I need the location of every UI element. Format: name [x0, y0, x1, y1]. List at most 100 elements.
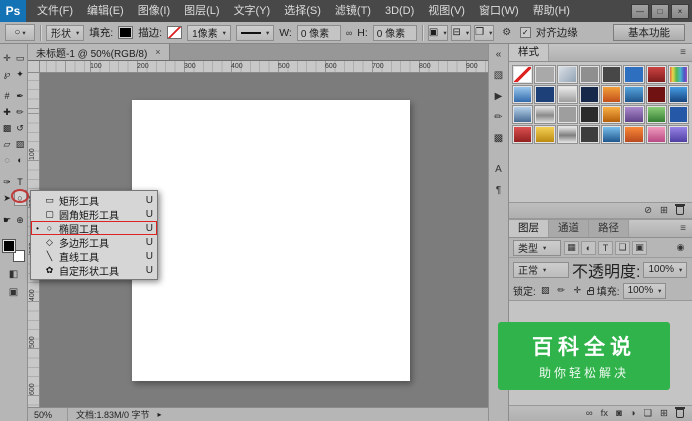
hand-tool[interactable]: ☛ — [1, 212, 14, 228]
clear-style-icon[interactable]: ⊘ — [644, 205, 652, 216]
marquee-tool[interactable]: ▭ — [14, 50, 27, 66]
style-swatch[interactable] — [579, 65, 600, 84]
path-alignment-icon[interactable]: ⊟ — [451, 25, 471, 41]
pen-tool[interactable]: ✑ — [1, 174, 14, 190]
menu-item[interactable]: 滤镜(T) — [328, 0, 378, 22]
tab-styles[interactable]: 样式 — [509, 44, 549, 61]
filter-type-icon[interactable]: T — [598, 241, 613, 255]
style-swatch[interactable] — [623, 105, 644, 124]
layer-mask-icon[interactable]: ◙ — [616, 408, 622, 419]
filter-image-icon[interactable]: ▦ — [564, 241, 579, 255]
collapse-panels-icon[interactable]: « — [491, 47, 507, 61]
custom-shape-tool-item[interactable]: ✿ 自定形状工具 U — [31, 263, 157, 277]
menu-item[interactable]: 图层(L) — [177, 0, 226, 22]
lock-transparency-icon[interactable]: ▨ — [539, 284, 552, 297]
style-swatch[interactable] — [557, 105, 578, 124]
document-canvas[interactable] — [132, 100, 410, 381]
menu-item[interactable]: 窗口(W) — [472, 0, 526, 22]
style-swatch[interactable] — [534, 105, 555, 124]
zoom-level-field[interactable]: 50% — [30, 408, 68, 421]
zoom-tool[interactable]: ⊕ — [14, 212, 27, 228]
quick-mask-button[interactable]: ◧ — [9, 269, 18, 280]
menu-item[interactable]: 帮助(H) — [526, 0, 577, 22]
adjustment-layer-icon[interactable]: ◑ — [630, 408, 636, 419]
screen-mode-button[interactable]: ▣ — [9, 287, 18, 298]
actions-panel-icon[interactable]: ▶ — [491, 89, 507, 103]
style-swatch[interactable] — [534, 125, 555, 144]
line-tool-item[interactable]: ╲ 直线工具 U — [31, 249, 157, 263]
link-layers-icon[interactable]: ∞ — [586, 408, 593, 419]
lock-pixels-icon[interactable]: ✏ — [555, 284, 568, 297]
fill-color-swatch[interactable] — [118, 26, 133, 39]
dodge-tool[interactable]: ◐ — [14, 152, 27, 168]
align-edges-checkbox[interactable]: ✓ — [520, 27, 531, 38]
layer-effects-icon[interactable]: fx — [601, 408, 608, 419]
document-tab[interactable]: 未标题-1 @ 50%(RGB/8) × — [28, 44, 170, 60]
style-swatch[interactable] — [646, 65, 667, 84]
panel-menu-icon[interactable]: ≡ — [674, 220, 692, 237]
style-swatch[interactable] — [623, 125, 644, 144]
character-panel-icon[interactable]: A — [491, 162, 507, 176]
style-swatch[interactable] — [512, 105, 533, 124]
panel-menu-icon[interactable]: ≡ — [674, 44, 692, 61]
paragraph-panel-icon[interactable]: ¶ — [491, 183, 507, 197]
style-swatch[interactable] — [557, 85, 578, 104]
style-swatch[interactable] — [512, 125, 533, 144]
tab-layers[interactable]: 图层 — [509, 220, 549, 237]
link-dimensions-icon[interactable]: ∞ — [346, 28, 352, 38]
lasso-tool[interactable]: ℘ — [1, 66, 14, 82]
style-swatch[interactable] — [601, 85, 622, 104]
style-swatch[interactable] — [557, 65, 578, 84]
brush-tool[interactable]: ✏ — [14, 104, 27, 120]
horizontal-ruler[interactable]: 100200300400500600700800900 — [40, 61, 488, 73]
stroke-color-swatch[interactable] — [167, 26, 182, 39]
menu-item[interactable]: 选择(S) — [277, 0, 328, 22]
tool-mode-select[interactable]: 形状 — [46, 25, 84, 41]
brush-presets-panel-icon[interactable]: ✏ — [491, 110, 507, 124]
fill-opacity-select[interactable]: 100% — [623, 283, 667, 299]
ellipse-tool-item[interactable]: ○ 椭圆工具 U — [31, 221, 157, 235]
color-panel-icon[interactable]: ▧ — [491, 68, 507, 82]
style-swatch[interactable] — [668, 65, 689, 84]
blend-mode-select[interactable]: 正常 — [513, 262, 569, 278]
style-swatch[interactable] — [668, 85, 689, 104]
style-swatch[interactable] — [534, 85, 555, 104]
gradient-tool[interactable]: ▨ — [14, 136, 27, 152]
ruler-origin[interactable] — [28, 61, 40, 73]
lock-position-icon[interactable]: ✛ — [571, 284, 584, 297]
style-swatch[interactable] — [623, 65, 644, 84]
filter-toggle-icon[interactable]: ◉ — [673, 241, 688, 255]
tool-preset-picker[interactable]: ○ ▾ — [5, 24, 35, 41]
lock-all-icon[interactable] — [587, 290, 594, 295]
height-input[interactable]: 0 像素 — [373, 25, 417, 41]
new-layer-icon[interactable]: ⊞ — [660, 408, 668, 419]
style-swatch[interactable] — [579, 105, 600, 124]
style-swatch[interactable] — [668, 125, 689, 144]
style-swatch[interactable] — [623, 85, 644, 104]
width-input[interactable]: 0 像素 — [297, 25, 341, 41]
type-tool[interactable]: T — [14, 174, 27, 190]
menu-item[interactable]: 文字(Y) — [227, 0, 278, 22]
combine-shapes-icon[interactable]: ▣ — [428, 25, 448, 41]
delete-style-icon[interactable] — [676, 206, 684, 215]
stroke-width-select[interactable]: 1像素 — [187, 25, 231, 41]
filter-smart-object-icon[interactable]: ▣ — [632, 241, 647, 255]
style-swatch[interactable] — [601, 65, 622, 84]
healing-brush-tool[interactable]: ✚ — [1, 104, 14, 120]
menu-item[interactable]: 文件(F) — [30, 0, 80, 22]
gear-icon[interactable]: ⚙ — [499, 25, 515, 41]
style-swatch[interactable] — [668, 105, 689, 124]
tab-close-icon[interactable]: × — [155, 47, 160, 57]
tab-paths[interactable]: 路径 — [589, 220, 629, 237]
history-brush-tool[interactable]: ↺ — [14, 120, 27, 136]
polygon-tool-item[interactable]: ◇ 多边形工具 U — [31, 235, 157, 249]
style-swatch[interactable] — [512, 85, 533, 104]
minimize-button[interactable]: — — [631, 4, 649, 19]
menu-item[interactable]: 图像(I) — [131, 0, 177, 22]
foreground-color-swatch[interactable] — [3, 240, 15, 252]
style-swatch[interactable] — [512, 65, 533, 84]
blur-tool[interactable]: ◌ — [1, 152, 14, 168]
stroke-style-select[interactable] — [236, 25, 274, 41]
style-swatch[interactable] — [601, 105, 622, 124]
eraser-tool[interactable]: ▱ — [1, 136, 14, 152]
